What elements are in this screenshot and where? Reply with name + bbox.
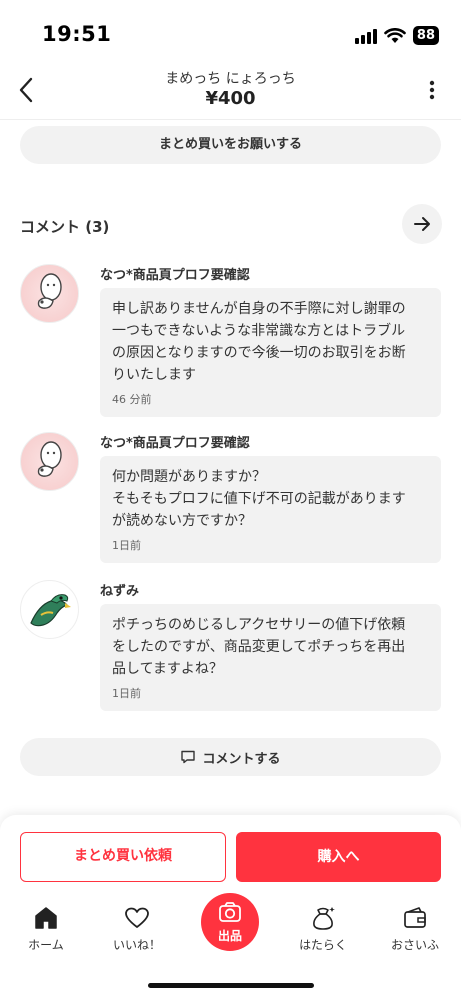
avatar[interactable] <box>20 264 79 323</box>
comment-text: 何か問題がありますか？ そもそもプロフに値下げ不可の記載があります が読めない方… <box>112 469 406 529</box>
comment-bubble: 申し訳ありませんが自身の不手際に対し謝罪の 一つもできないような非常識な方とはト… <box>100 288 441 417</box>
tab-sell[interactable]: 出品 <box>201 893 259 951</box>
bulk-order-request-button[interactable]: まとめ買い依頼 <box>20 832 226 882</box>
comment-timestamp: 1日前 <box>112 687 141 700</box>
buy-button[interactable]: 購入へ <box>236 832 441 882</box>
wallet-icon <box>404 907 426 928</box>
comment-icon <box>181 750 196 764</box>
comment-bubble: 何か問題がありますか？ そもそもプロフに値下げ不可の記載があります が読めない方… <box>100 456 441 563</box>
comment-text: 申し訳ありませんが自身の不手際に対し謝罪の 一つもできないような非常識な方とはト… <box>112 301 406 383</box>
bulk-purchase-request-button[interactable]: まとめ買いをお願いする <box>20 126 441 164</box>
battery-indicator: 88 <box>412 26 439 45</box>
status-icons: 88 <box>354 26 439 45</box>
home-indicator[interactable] <box>148 983 314 988</box>
add-comment-button[interactable]: コメントする <box>20 738 441 776</box>
tab-likes[interactable]: いいね！ <box>91 898 183 958</box>
tab-bar: ホーム いいね！ 出品 はたらく おさいふ <box>0 893 461 958</box>
tab-label: 出品 <box>217 929 242 943</box>
tab-work[interactable]: はたらく <box>277 898 369 958</box>
home-icon <box>35 907 57 929</box>
comments-more-button[interactable] <box>402 204 442 244</box>
comment-author[interactable]: なつ*商品頁プロフ要確認 <box>100 264 250 283</box>
comment-author[interactable]: ねずみ <box>100 580 139 599</box>
avatar[interactable] <box>20 580 79 639</box>
add-comment-label: コメントする <box>202 751 281 767</box>
tab-home[interactable]: ホーム <box>0 898 92 958</box>
comment-item: ねずみ ポチっちのめじるしアクセサリーの値下げ依頼 をしたのですが、商品変更して… <box>20 580 441 711</box>
more-options-icon[interactable] <box>423 78 441 102</box>
comment-text: ポチっちのめじるしアクセサリーの値下げ依頼 をしたのですが、商品変更してポチっち… <box>112 617 406 677</box>
page-title: まめっち にょろっち <box>165 71 296 87</box>
arrow-right-icon <box>414 217 430 231</box>
bottom-action-panel: まとめ買い依頼 購入へ ホーム いいね！ 出品 はたらく おさいふ <box>0 815 461 999</box>
comment-timestamp: 1日前 <box>112 539 141 552</box>
comment-item: なつ*商品頁プロフ要確認 何か問題がありますか？ そもそもプロフに値下げ不可の記… <box>20 432 441 563</box>
heart-icon <box>125 907 149 928</box>
item-price: ¥400 <box>205 88 256 109</box>
tab-label: はたらく <box>299 938 347 952</box>
comment-bubble: ポチっちのめじるしアクセサリーの値下げ依頼 をしたのですが、商品変更してポチっち… <box>100 604 441 711</box>
avatar-illustration-icon <box>37 273 62 309</box>
tab-label: おさいふ <box>390 938 439 952</box>
avatar[interactable] <box>20 432 79 491</box>
comment-item: なつ*商品頁プロフ要確認 申し訳ありませんが自身の不手際に対し謝罪の 一つもでき… <box>20 264 441 417</box>
status-time: 19:51 <box>42 22 112 46</box>
avatar-illustration-icon <box>30 594 71 627</box>
tab-label: いいね！ <box>112 938 161 952</box>
money-bag-icon <box>313 907 335 930</box>
tab-wallet[interactable]: おさいふ <box>369 898 461 958</box>
signal-icon <box>354 28 377 44</box>
comment-author[interactable]: なつ*商品頁プロフ要確認 <box>100 432 250 451</box>
page-header: まめっち にょろっち ¥400 <box>0 64 461 120</box>
wifi-icon <box>384 27 406 43</box>
comments-heading: コメント (3) <box>20 218 110 236</box>
tab-label: ホーム <box>28 938 64 952</box>
comment-timestamp: 46 分前 <box>112 393 152 406</box>
status-bar: 19:51 88 <box>0 0 461 64</box>
avatar-illustration-icon <box>37 441 62 477</box>
